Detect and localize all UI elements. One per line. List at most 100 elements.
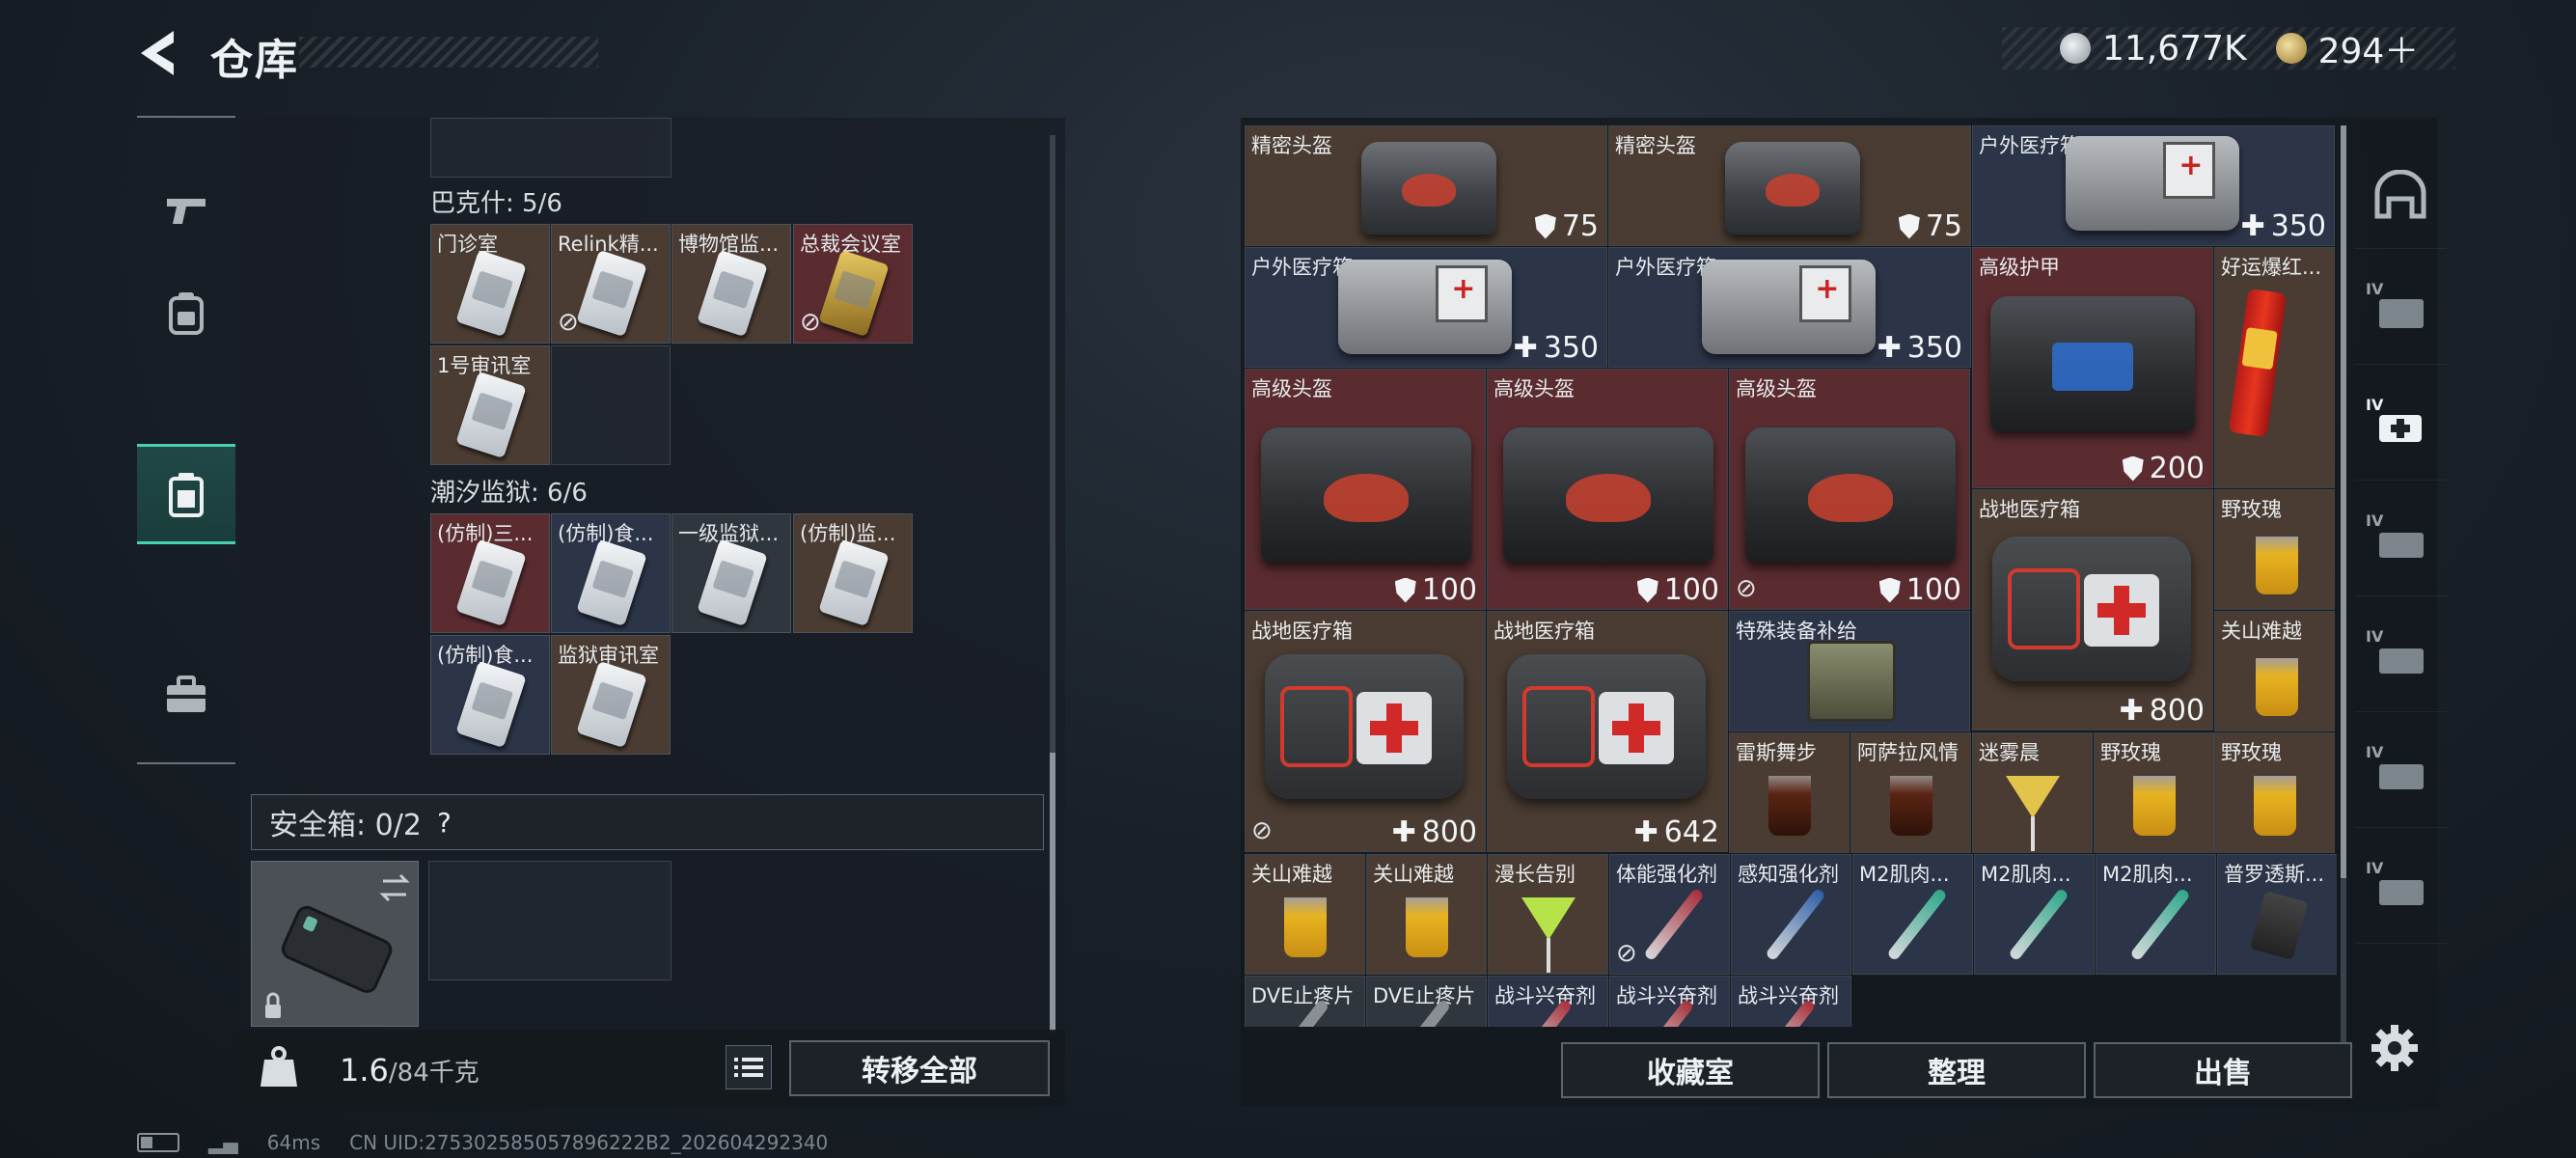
- filter-tier-iv-valuables[interactable]: IV: [2354, 836, 2447, 944]
- inventory-item[interactable]: 感知强化剂: [1731, 854, 1851, 975]
- inventory-item[interactable]: 精密头盔 75: [1608, 125, 1971, 246]
- section-title-bakesh: 巴克什: 5/6: [430, 189, 562, 218]
- filter-helmet[interactable]: [2354, 141, 2447, 249]
- safe-box-label: 安全箱: 0/2: [269, 809, 422, 842]
- keycard-item[interactable]: (仿制)食...: [430, 635, 550, 755]
- inventory-item[interactable]: 户外医疗箱 ✚350: [1608, 247, 1971, 368]
- heal-value: ✚ 800: [2119, 694, 2205, 728]
- collection-room-button[interactable]: 收藏室: [1561, 1042, 1820, 1098]
- inventory-item[interactable]: 高级护甲 200: [1972, 247, 2213, 488]
- inventory-item[interactable]: 野玫瑰: [2214, 489, 2335, 610]
- inventory-item[interactable]: 户外医疗箱 ✚350: [1245, 247, 1607, 368]
- inventory-item[interactable]: 阿萨拉风情: [1850, 732, 1971, 853]
- keycard-item[interactable]: 博物馆监...: [671, 224, 791, 344]
- sell-button[interactable]: 出售: [2094, 1042, 2352, 1098]
- inventory-item[interactable]: 战斗兴奋剂: [1731, 976, 1851, 1027]
- keycard-icon: [818, 249, 890, 338]
- keycard-item[interactable]: 1号审讯室: [430, 345, 550, 465]
- tab-weapons[interactable]: [137, 162, 235, 262]
- drink-icon: [2254, 776, 2296, 836]
- weight-readout: 1.6/84千克: [340, 1052, 480, 1089]
- backpack-icon: [169, 292, 204, 335]
- filter-tier-iv-folder[interactable]: IV: [2354, 257, 2447, 365]
- tab-backpack[interactable]: [137, 262, 235, 363]
- inventory-item[interactable]: 战地医疗箱 ⊘ ✚ 800: [1245, 611, 1486, 852]
- inventory-item[interactable]: M2肌肉...: [1974, 854, 2095, 975]
- inventory-item[interactable]: 迷雾晨: [1972, 732, 2093, 853]
- item-name: 精密头盔: [1251, 134, 1332, 157]
- inventory-item[interactable]: 战地医疗箱 ✚ 800: [1972, 489, 2213, 731]
- unbound-icon: ⊘: [558, 308, 579, 337]
- keycard-item[interactable]: 总裁会议室 ⊘: [793, 224, 913, 344]
- inventory-item[interactable]: 野玫瑰: [2094, 732, 2214, 853]
- inventory-item[interactable]: 战地医疗箱 ✚ 642: [1487, 611, 1728, 852]
- transfer-all-button[interactable]: 转移全部: [789, 1040, 1050, 1096]
- safe-box-slot[interactable]: [251, 861, 419, 1027]
- inventory-item[interactable]: 户外医疗箱 ✚350: [1972, 125, 2335, 246]
- inventory-item[interactable]: 野玫瑰: [2214, 732, 2335, 853]
- keycard-item[interactable]: (仿制)食...: [551, 513, 671, 633]
- inventory-item[interactable]: 战斗兴奋剂: [1488, 976, 1608, 1027]
- item-name: 漫长告别: [1494, 863, 1576, 886]
- armor-value: 75: [1898, 209, 1962, 243]
- inventory-item[interactable]: 关山难越: [1366, 854, 1487, 975]
- cocktail-icon: [2006, 776, 2060, 851]
- keycard-item[interactable]: 一级监狱...: [671, 513, 791, 633]
- keycard-item[interactable]: 监狱审讯室: [551, 635, 671, 755]
- item-name: 高级头盔: [1494, 377, 1575, 400]
- keycard-icon: [697, 538, 768, 627]
- drink-icon: [2133, 776, 2176, 836]
- inventory-item[interactable]: DVE止疼片: [1366, 976, 1487, 1027]
- heal-value: ✚ 350: [1877, 331, 1962, 365]
- item-name: 关山难越: [1373, 863, 1454, 886]
- inventory-item[interactable]: 高级头盔 ⊘ 100: [1729, 369, 1970, 610]
- filter-tier-iv-ammo[interactable]: IV: [2354, 488, 2447, 596]
- inventory-item[interactable]: 好运爆红...: [2214, 247, 2335, 488]
- keycard-item[interactable]: (仿制)三...: [430, 513, 550, 633]
- unbound-icon: ⊘: [1251, 816, 1273, 845]
- plus-icon: ✚: [1877, 331, 1902, 365]
- unbound-icon: ⊘: [800, 308, 821, 337]
- tab-case[interactable]: [137, 645, 235, 745]
- inventory-item[interactable]: DVE止疼片: [1245, 976, 1365, 1027]
- title-decoration: [299, 37, 598, 68]
- signal-icon: ▂▄: [208, 1131, 238, 1154]
- filter-tier-iv-tools[interactable]: IV: [2354, 720, 2447, 828]
- shield-icon: [1878, 577, 1901, 603]
- inventory-item[interactable]: 雷斯舞步: [1729, 732, 1850, 853]
- help-icon[interactable]: ?: [437, 807, 452, 839]
- inventory-item[interactable]: M2肌肉...: [2096, 854, 2216, 975]
- battery-icon: [137, 1133, 179, 1152]
- filter-tier-iv-medkit[interactable]: IV: [2354, 372, 2447, 481]
- inventory-item[interactable]: M2肌肉...: [1852, 854, 1973, 975]
- safe-box-header: 安全箱: 0/2 ?: [251, 794, 1044, 850]
- item-name: 战斗兴奋剂: [1616, 984, 1717, 1007]
- inventory-item[interactable]: 关山难越: [1245, 854, 1365, 975]
- keycard-item[interactable]: (仿制)监...: [793, 513, 913, 633]
- gold-balance[interactable]: 294＋: [2318, 23, 2420, 73]
- sort-button[interactable]: 整理: [1827, 1042, 2086, 1098]
- list-icon: [734, 1058, 763, 1077]
- settings-button[interactable]: [2368, 1021, 2422, 1075]
- list-view-button[interactable]: [726, 1045, 772, 1089]
- inventory-item[interactable]: 高级头盔 100: [1245, 369, 1486, 610]
- inventory-item[interactable]: 精密头盔 75: [1245, 125, 1607, 246]
- inventory-item[interactable]: 漫长告别: [1488, 854, 1608, 975]
- inventory-item[interactable]: 关山难越: [2214, 611, 2335, 731]
- stash-scroll-thumb[interactable]: [1050, 753, 1055, 1033]
- filter-tier-iv-gear[interactable]: IV: [2354, 604, 2447, 712]
- firecracker-icon: [2228, 288, 2288, 438]
- tier-badge: IV: [2366, 743, 2384, 761]
- inventory-item[interactable]: 高级头盔 100: [1487, 369, 1728, 610]
- keycard-item[interactable]: Relink精... ⊘: [551, 224, 671, 344]
- plus-icon: ✚: [2240, 209, 2265, 243]
- inventory-item[interactable]: 特殊装备补给: [1729, 611, 1970, 731]
- inventory-item[interactable]: 战斗兴奋剂: [1609, 976, 1730, 1027]
- helmet-bag-icon: [1361, 142, 1496, 234]
- keycard-item[interactable]: 门诊室: [430, 224, 550, 344]
- inventory-item[interactable]: 体能强化剂 ⊘: [1609, 854, 1730, 975]
- inventory-scroll-thumb[interactable]: [2341, 125, 2346, 878]
- tab-vest[interactable]: [137, 444, 235, 544]
- inventory-item[interactable]: 普罗透斯...: [2217, 854, 2337, 975]
- back-button[interactable]: [135, 27, 183, 79]
